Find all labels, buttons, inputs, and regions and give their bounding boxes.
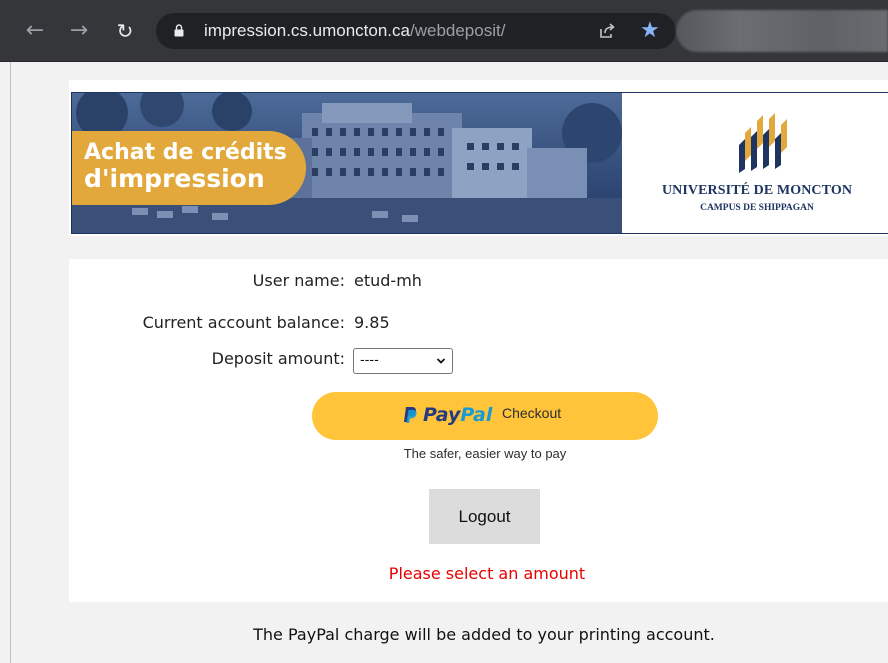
arrow-right-icon[interactable]: → [66, 18, 92, 44]
paypal-logo-icon [404, 407, 417, 423]
username-label: User name: [252, 271, 345, 290]
url-path: /webdeposit/ [409, 21, 506, 40]
paypal-checkout-label: Checkout [502, 405, 562, 421]
deposit-row: Deposit amount: [69, 349, 888, 373]
arrow-left-icon[interactable]: ← [22, 18, 48, 44]
page-content: Achat de crédits d'impression UNIVERSITÉ [10, 62, 888, 663]
browser-toolbar: ← → ↻ impression.cs.umoncton.ca/webdepos… [0, 0, 888, 62]
banner-panel: Achat de crédits d'impression UNIVERSITÉ [69, 80, 888, 236]
chevron-down-icon [436, 358, 446, 364]
banner: Achat de crédits d'impression UNIVERSITÉ [71, 92, 888, 234]
redacted-area [676, 10, 888, 52]
balance-label: Current account balance: [142, 313, 345, 332]
lock-icon [174, 24, 184, 37]
username-value: etud-mh [354, 271, 422, 290]
paypal-wordmark: PayPal [423, 403, 492, 427]
address-bar[interactable]: impression.cs.umoncton.ca/webdeposit/ ★ [156, 13, 676, 49]
deposit-amount-select[interactable]: ---- [353, 348, 453, 374]
balance-value: 9.85 [354, 313, 390, 332]
banner-title-line2: d'impression [84, 164, 265, 193]
banner-title: Achat de crédits d'impression [84, 140, 287, 192]
paypal-word-pal: Pal [460, 404, 493, 426]
university-name: UNIVERSITÉ DE MONCTON [661, 183, 853, 198]
url-text: impression.cs.umoncton.ca/webdeposit/ [204, 21, 505, 41]
deposit-label: Deposit amount: [211, 349, 345, 368]
balance-row: Current account balance: 9.85 [69, 313, 888, 337]
star-icon[interactable]: ★ [640, 18, 660, 44]
university-logo [739, 113, 787, 173]
paypal-word-pay: Pay [423, 404, 461, 426]
university-brand: UNIVERSITÉ DE MONCTON CAMPUS DE SHIPPAGA… [622, 93, 888, 233]
banner-title-line1: Achat de crédits [84, 140, 287, 165]
footer-note: The PayPal charge will be added to your … [253, 625, 715, 644]
error-message: Please select an amount [388, 564, 586, 583]
deposit-form: User name: etud-mh Current account balan… [69, 259, 888, 602]
paypal-checkout-button[interactable]: PayPal Checkout [312, 392, 658, 440]
logout-button[interactable]: Logout [429, 489, 540, 544]
url-host: impression.cs.umoncton.ca [204, 21, 410, 40]
paypal-tagline: The safer, easier way to pay [403, 446, 567, 461]
deposit-selected-value: ---- [360, 353, 379, 368]
username-row: User name: etud-mh [69, 271, 888, 295]
share-icon[interactable] [598, 22, 616, 40]
reload-icon[interactable]: ↻ [112, 18, 138, 44]
campus-name: CAMPUS DE SHIPPAGAN [700, 203, 814, 213]
